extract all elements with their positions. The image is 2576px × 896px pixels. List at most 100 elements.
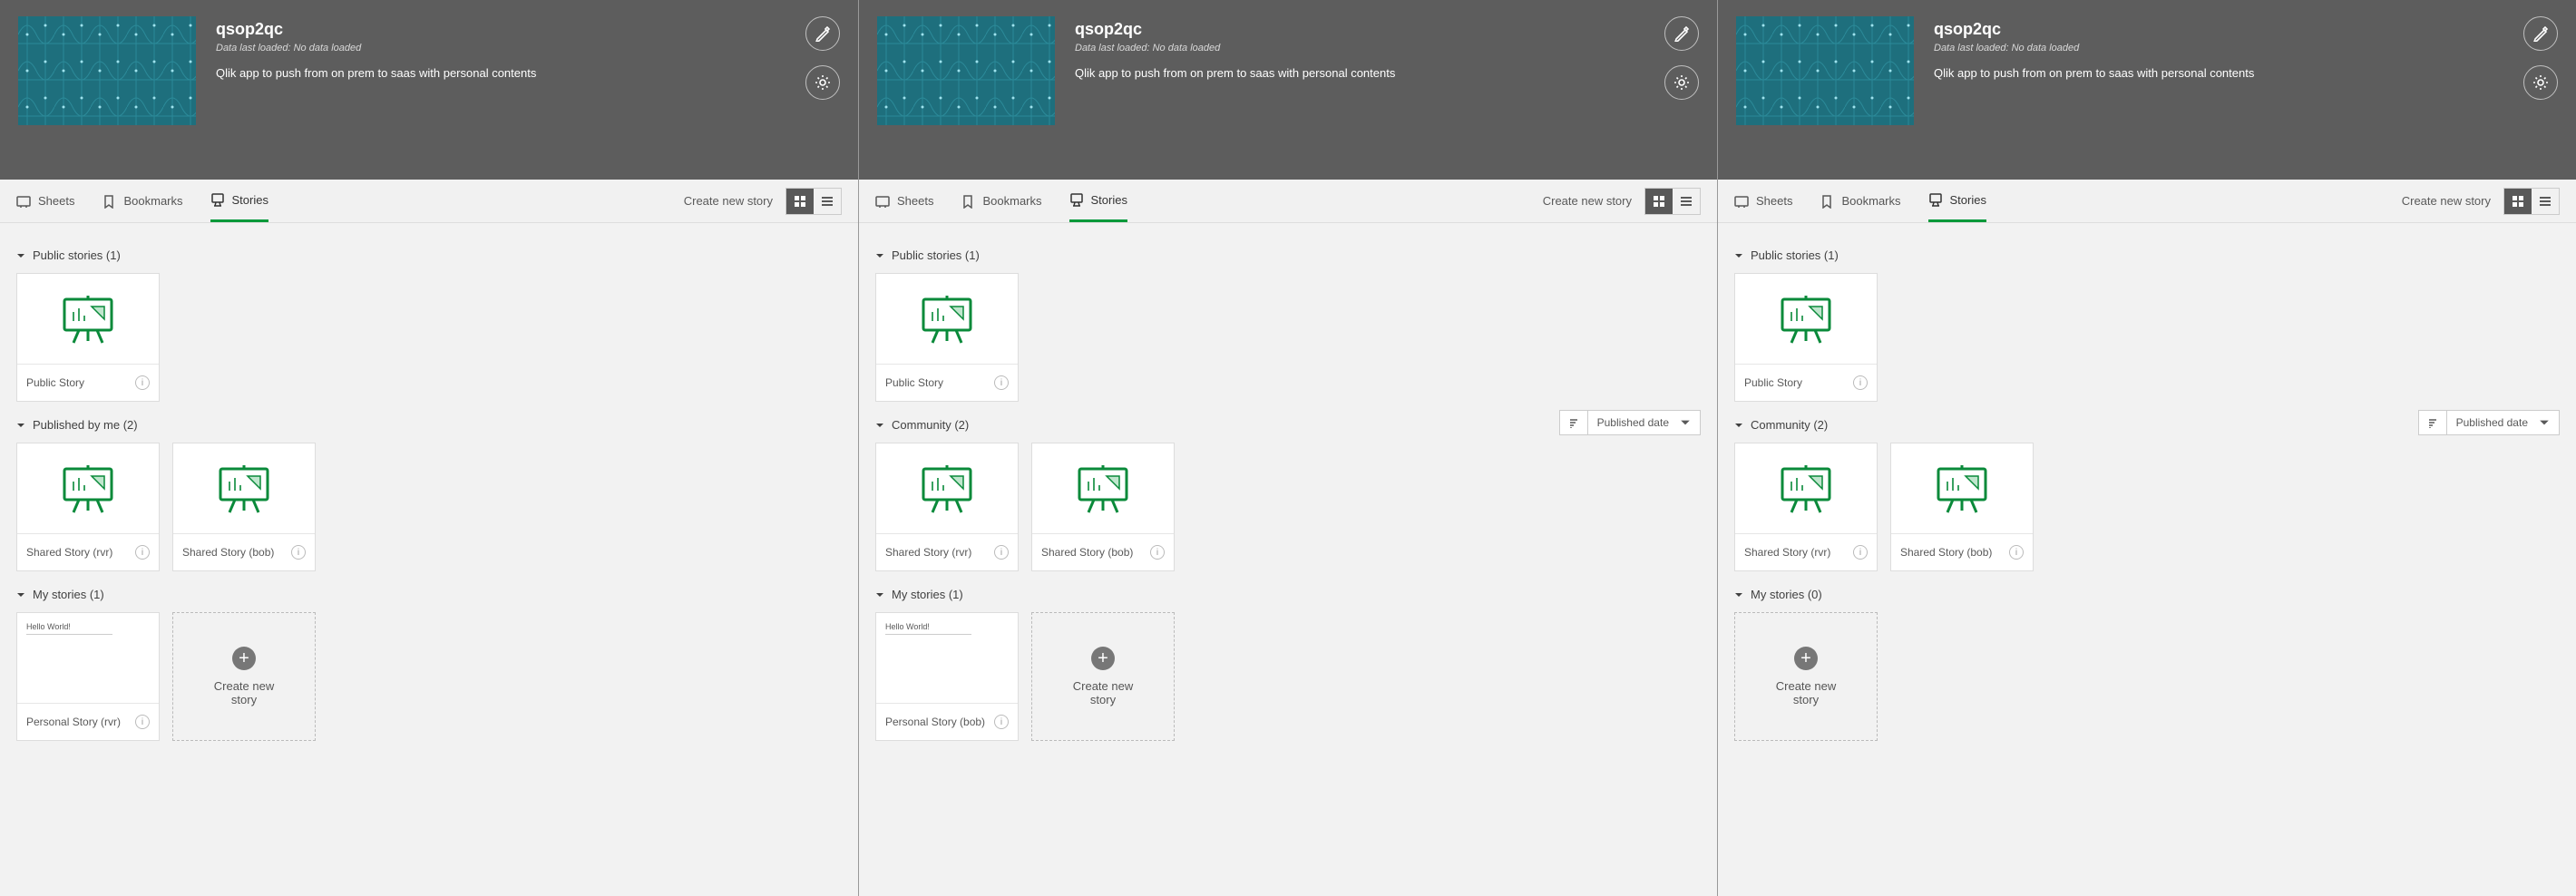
story-title: Shared Story (bob) [1041,546,1145,559]
story-card[interactable]: Shared Story (rvr) i [16,443,160,571]
story-thumbnail: Hello World! [876,613,1018,704]
settings-button[interactable] [1664,65,1699,100]
sort-direction-button[interactable] [1559,410,1588,435]
tab-bookmarks[interactable]: Bookmarks [1820,180,1900,222]
story-card[interactable]: Public Story i [16,273,160,402]
tab-label: Bookmarks [982,194,1041,208]
grid-view-button[interactable] [1645,189,1673,214]
create-story-card[interactable]: + Create new story [172,612,316,741]
info-icon[interactable]: i [994,715,1009,729]
app-description: Qlik app to push from on prem to saas wi… [1934,66,2558,80]
app-header: qsop2qc Data last loaded: No data loaded… [859,0,1717,180]
story-content: Public stories (1) Public Story i Commun… [1718,223,2576,896]
story-title: Shared Story (rvr) [1744,546,1848,559]
grid-view-button[interactable] [2504,189,2532,214]
story-title: Shared Story (rvr) [26,546,130,559]
app-subtitle: Data last loaded: No data loaded [1075,43,1699,54]
info-icon[interactable]: i [1853,545,1868,560]
section-header[interactable]: Community (2) [1734,418,2418,432]
info-icon[interactable]: i [1150,545,1165,560]
story-title: Shared Story (bob) [1900,546,2004,559]
story-card[interactable]: Public Story i [1734,273,1878,402]
edit-button[interactable] [1664,16,1699,51]
info-icon[interactable]: i [135,715,150,729]
app-description: Qlik app to push from on prem to saas wi… [1075,66,1699,80]
info-icon[interactable]: i [135,545,150,560]
story-title: Personal Story (bob) [885,716,989,728]
tab-sheets[interactable]: Sheets [16,180,74,222]
create-story-link[interactable]: Create new story [1543,194,1632,208]
section-header[interactable]: Public stories (1) [875,248,1701,262]
info-icon[interactable]: i [291,545,306,560]
tab-label: Stories [1950,193,1986,207]
app-thumbnail[interactable] [1736,16,1914,125]
story-thumbnail [1032,443,1174,534]
settings-button[interactable] [805,65,840,100]
tab-bookmarks[interactable]: Bookmarks [961,180,1041,222]
sort-direction-button[interactable] [2418,410,2447,435]
info-icon[interactable]: i [994,375,1009,390]
story-thumbnail [1891,443,2033,534]
tab-stories[interactable]: Stories [1928,180,1986,222]
section-header[interactable]: Public stories (1) [16,248,842,262]
story-thumbnail [1735,443,1877,534]
grid-view-button[interactable] [786,189,814,214]
story-title: Public Story [1744,376,1848,389]
create-story-card[interactable]: + Create new story [1031,612,1175,741]
story-card[interactable]: Shared Story (bob) i [1031,443,1175,571]
create-story-link[interactable]: Create new story [2402,194,2491,208]
create-story-card[interactable]: + Create new story [1734,612,1878,741]
story-title: Public Story [26,376,130,389]
section-header[interactable]: My stories (1) [875,588,1701,601]
section-header[interactable]: Published by me (2) [16,418,842,432]
section-header[interactable]: Public stories (1) [1734,248,2560,262]
story-thumbnail [173,443,315,534]
tab-bar: Sheets Bookmarks Stories Create new stor… [0,180,858,223]
story-thumbnail: Hello World! [17,613,159,704]
create-story-link[interactable]: Create new story [684,194,773,208]
create-story-label: Create new story [1062,679,1144,706]
tab-sheets[interactable]: Sheets [875,180,933,222]
info-icon[interactable]: i [1853,375,1868,390]
info-icon[interactable]: i [135,375,150,390]
info-icon[interactable]: i [994,545,1009,560]
app-thumbnail[interactable] [877,16,1055,125]
sort-select[interactable]: Published date [2447,410,2560,435]
edit-button[interactable] [805,16,840,51]
section-header[interactable]: Community (2) [875,418,1559,432]
app-title: qsop2qc [216,20,840,39]
story-title: Public Story [885,376,989,389]
section-header[interactable]: My stories (1) [16,588,842,601]
tab-bookmarks[interactable]: Bookmarks [102,180,182,222]
app-thumbnail[interactable] [18,16,196,125]
tab-stories[interactable]: Stories [210,180,268,222]
list-view-button[interactable] [2532,189,2559,214]
view-toggle [1644,188,1701,215]
plus-icon: + [1794,647,1818,670]
story-card[interactable]: Hello World! Personal Story (rvr) i [16,612,160,741]
info-icon[interactable]: i [2009,545,2024,560]
plus-icon: + [1091,647,1115,670]
tab-label: Sheets [1756,194,1792,208]
tab-stories[interactable]: Stories [1069,180,1127,222]
story-title: Personal Story (rvr) [26,716,130,728]
app-subtitle: Data last loaded: No data loaded [216,43,840,54]
app-description: Qlik app to push from on prem to saas wi… [216,66,840,80]
tab-sheets[interactable]: Sheets [1734,180,1792,222]
view-toggle [2503,188,2560,215]
story-card[interactable]: Shared Story (bob) i [172,443,316,571]
list-view-button[interactable] [1673,189,1700,214]
section-header[interactable]: My stories (0) [1734,588,2560,601]
list-view-button[interactable] [814,189,841,214]
story-card[interactable]: Shared Story (rvr) i [875,443,1019,571]
sort-select[interactable]: Published date [1588,410,1701,435]
tab-label: Stories [232,193,268,207]
edit-button[interactable] [2523,16,2558,51]
story-card[interactable]: Shared Story (bob) i [1890,443,2034,571]
settings-button[interactable] [2523,65,2558,100]
story-card[interactable]: Shared Story (rvr) i [1734,443,1878,571]
story-card[interactable]: Hello World! Personal Story (bob) i [875,612,1019,741]
story-card[interactable]: Public Story i [875,273,1019,402]
tab-label: Sheets [38,194,74,208]
plus-icon: + [232,647,256,670]
